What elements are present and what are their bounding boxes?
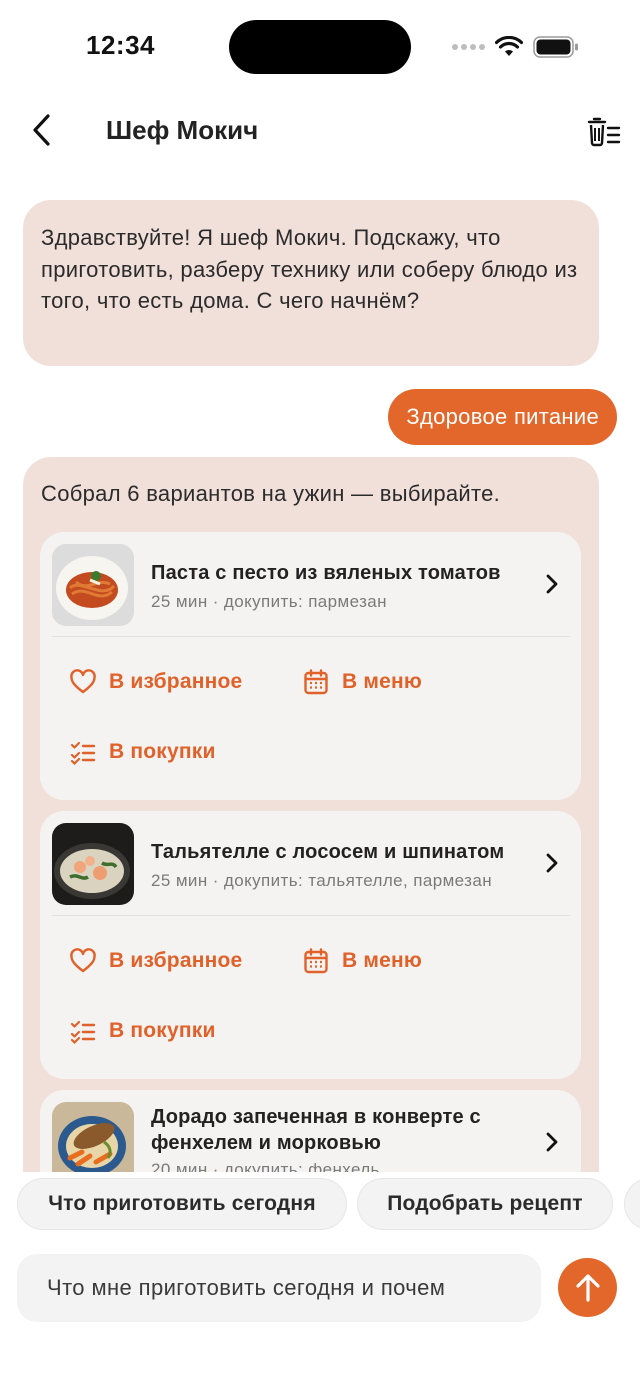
recipe-thumbnail[interactable]: [52, 1102, 134, 1172]
chevron-left-icon: [33, 114, 50, 146]
page-title: Шеф Мокич: [106, 115, 259, 145]
chat-history[interactable]: Здравствуйте! Я шеф Мокич. Подскажу, что…: [0, 170, 640, 1172]
add-to-shopping-button[interactable]: В покупки: [69, 1017, 216, 1045]
recipe-card: Тальятелле с лососем и шпинатом 25 мин ·…: [40, 811, 581, 1079]
recipe-meta: 25 мин · докупить: тальятелле, пармезан: [151, 871, 492, 890]
message-input[interactable]: Что мне приготовить сегодня и почем: [17, 1254, 541, 1322]
menu-label: В меню: [342, 949, 423, 972]
checklist-icon: [70, 1020, 96, 1045]
recipe-title[interactable]: Паста с песто из вяленых томатов: [151, 560, 541, 586]
add-to-favorites-button[interactable]: В избранное: [69, 668, 242, 696]
chevron-right-icon[interactable]: [540, 1130, 564, 1154]
clear-chat-button[interactable]: [584, 112, 624, 152]
suggestion-chip[interactable]: Что приготовить сегодня: [17, 1178, 347, 1230]
recipe-card: Дорадо запеченная в конверте с фенхелем …: [40, 1090, 581, 1172]
status-time: 12:34: [86, 30, 155, 60]
wifi-icon: [495, 36, 523, 56]
add-to-favorites-button[interactable]: В избранное: [69, 947, 242, 975]
recipe-thumbnail[interactable]: [52, 544, 134, 626]
recipe-card: Паста с песто из вяленых томатов 25 мин …: [40, 532, 581, 800]
status-icons: [452, 32, 579, 62]
recipe-thumbnail[interactable]: [52, 823, 134, 905]
suggestion-chips: Что приготовить сегодня Подобрать рецепт: [0, 1178, 640, 1232]
status-bar: 12:34: [0, 0, 640, 95]
chevron-right-icon[interactable]: [540, 851, 564, 875]
add-to-menu-button[interactable]: В меню: [302, 668, 422, 696]
checklist-icon: [70, 741, 96, 766]
add-to-menu-button[interactable]: В меню: [302, 947, 422, 975]
battery-icon: [533, 36, 578, 58]
card-divider: [52, 915, 570, 916]
recipe-title[interactable]: Дорадо запеченная в конверте с фенхелем …: [151, 1104, 541, 1156]
send-button[interactable]: [558, 1258, 617, 1317]
dynamic-island: [229, 20, 411, 74]
favorites-label: В избранное: [109, 670, 243, 693]
recipe-meta: 20 мин · докупить: фенхель: [151, 1160, 380, 1172]
calendar-icon: [304, 948, 328, 974]
favorites-label: В избранное: [109, 949, 243, 972]
results-intro-text: Собрал 6 вариантов на ужин — выбирайте.: [41, 481, 501, 506]
back-button[interactable]: [24, 112, 60, 148]
trash-list-icon: [587, 117, 621, 147]
arrow-up-icon: [575, 1273, 600, 1302]
heart-icon: [70, 669, 96, 694]
shopping-label: В покупки: [109, 740, 216, 763]
recipe-meta: 25 мин · докупить: пармезан: [151, 592, 387, 611]
heart-icon: [70, 948, 96, 973]
chevron-right-icon[interactable]: [540, 572, 564, 596]
shopping-label: В покупки: [109, 1019, 216, 1042]
card-divider: [52, 636, 570, 637]
cellular-signal-icon: [452, 44, 485, 50]
suggestion-chip[interactable]: [624, 1178, 640, 1230]
bot-greeting-text: Здравствуйте! Я шеф Мокич. Подскажу, что…: [41, 225, 578, 313]
menu-label: В меню: [342, 670, 423, 693]
bot-greeting-bubble: Здравствуйте! Я шеф Мокич. Подскажу, что…: [23, 200, 599, 366]
chat-header: Шеф Мокич: [0, 98, 640, 164]
add-to-shopping-button[interactable]: В покупки: [69, 738, 216, 766]
bot-results-bubble: Собрал 6 вариантов на ужин — выбирайте. …: [23, 457, 599, 1172]
recipe-title[interactable]: Тальятелле с лососем и шпинатом: [151, 839, 541, 865]
calendar-icon: [304, 669, 328, 695]
suggestion-chip[interactable]: Подобрать рецепт: [357, 1178, 613, 1230]
user-message-bubble: Здоровое питание: [388, 389, 617, 445]
